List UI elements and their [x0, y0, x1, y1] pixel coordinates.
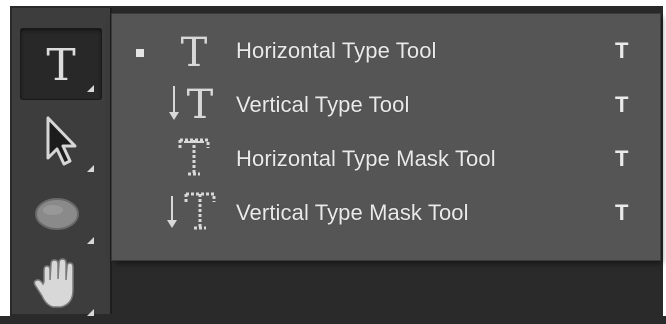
svg-text:T: T [181, 30, 208, 72]
menu-item-vertical-type-tool[interactable]: T Vertical Type Tool T [112, 72, 660, 126]
type-tool-flyout-menu: T Horizontal Type Tool T T Vertical Type… [112, 14, 660, 260]
menu-item-shortcut: T [615, 38, 629, 63]
svg-text:T: T [187, 82, 214, 126]
menu-item-horizontal-type-tool[interactable]: T Horizontal Type Tool T [112, 18, 660, 72]
vertical-type-icon: T [169, 82, 214, 126]
menu-item-label: Horizontal Type Tool [236, 38, 437, 63]
menu-item-shortcut: T [615, 146, 629, 171]
submenu-indicator-icon [87, 237, 94, 244]
menu-item-shortcut: T [615, 92, 629, 117]
vertical-type-mask-icon [167, 192, 216, 230]
menu-item-label: Vertical Type Mask Tool [236, 200, 469, 225]
photoshop-tools-panel: T T Horizontal Type Tool T T Vertical Ty… [0, 0, 666, 316]
ellipse-tool-button[interactable] [20, 180, 102, 252]
selected-bullet-icon [136, 49, 144, 57]
submenu-indicator-icon [87, 85, 94, 92]
menu-item-label: Horizontal Type Mask Tool [236, 146, 496, 171]
type-tool-button[interactable]: T [20, 28, 102, 100]
tool-strip: T [12, 8, 112, 316]
menu-item-shortcut: T [615, 200, 629, 225]
svg-text:T: T [46, 40, 75, 91]
submenu-indicator-icon [87, 165, 94, 172]
menu-item-vertical-type-mask-tool[interactable]: Vertical Type Mask Tool T [112, 180, 660, 234]
menu-item-horizontal-type-mask-tool[interactable]: Horizontal Type Mask Tool T [112, 126, 660, 180]
move-tool-button[interactable] [20, 108, 102, 180]
submenu-indicator-icon [87, 309, 94, 316]
hand-tool-button[interactable] [20, 252, 102, 324]
menu-item-label: Vertical Type Tool [236, 92, 410, 117]
horizontal-type-icon: T [181, 30, 208, 72]
horizontal-type-mask-icon [178, 138, 210, 176]
